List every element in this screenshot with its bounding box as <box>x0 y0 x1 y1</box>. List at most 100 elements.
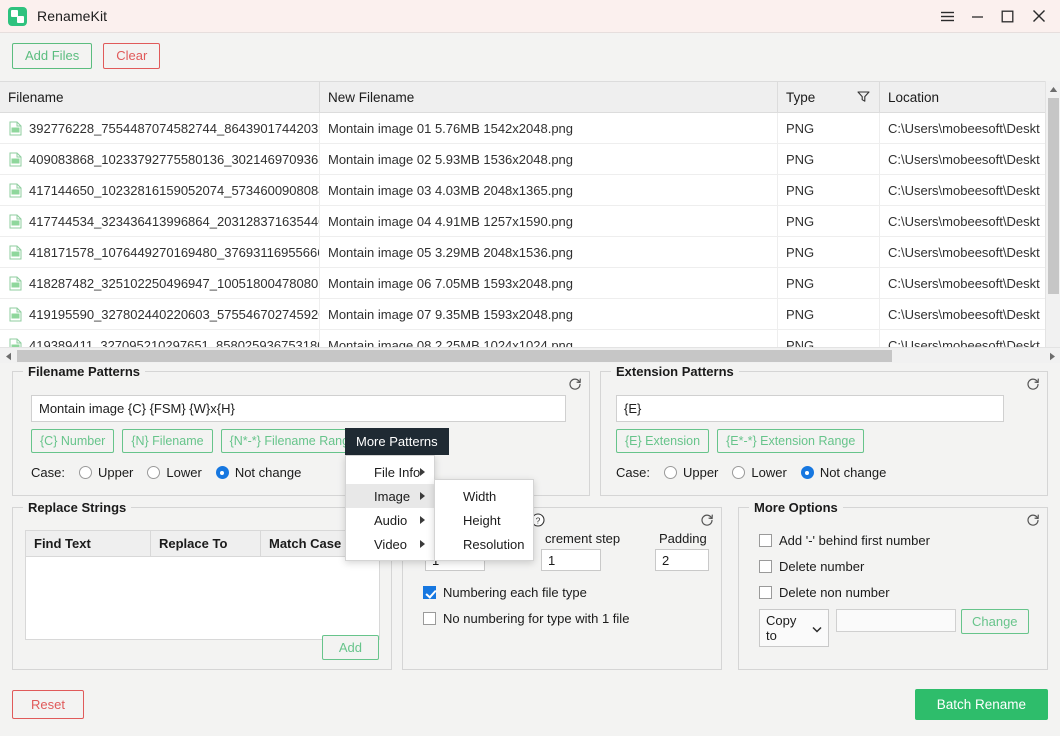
delete-non-number-checkbox[interactable]: Delete non number <box>759 585 890 600</box>
column-header-type[interactable]: Type <box>778 82 880 113</box>
menu-item-file-info[interactable]: File Info <box>346 460 434 484</box>
filename-case-row: Case: Upper Lower Not change <box>31 465 301 480</box>
refresh-icon[interactable] <box>1026 513 1040 530</box>
copy-to-path-input[interactable] <box>836 609 956 632</box>
radio-dot-selected <box>215 466 229 479</box>
table-horizontal-scrollbar[interactable] <box>0 347 1060 363</box>
replace-strings-header: Find Text Replace To Match Case <box>26 531 379 557</box>
more-options-group: More Options Add '-' behind first number… <box>738 500 1048 670</box>
menu-item-audio[interactable]: Audio <box>346 508 434 532</box>
replace-strings-legend: Replace Strings <box>23 500 132 515</box>
chip-filename-range[interactable]: {N*-*} Filename Range <box>220 429 366 453</box>
increment-step-input[interactable] <box>541 549 601 571</box>
cell-filename-text: 418171578_1076449270169480_3769311695566… <box>29 244 320 260</box>
horizontal-scroll-thumb[interactable] <box>17 350 892 362</box>
table-row[interactable]: 419195590_327802440220603_57554670274592… <box>0 298 1060 330</box>
filename-case-upper[interactable]: Upper <box>78 465 134 480</box>
table-vertical-scrollbar[interactable] <box>1045 81 1060 361</box>
extension-case-upper[interactable]: Upper <box>663 465 718 480</box>
menu-item-width[interactable]: Width <box>435 484 533 508</box>
chevron-right-icon <box>420 468 425 476</box>
app-title: RenameKit <box>37 8 108 24</box>
cell-new-filename: Montain image 05 3.29MB 2048x1536.png <box>320 236 778 268</box>
menu-item-file-info-label: File Info <box>374 464 421 480</box>
filename-case-not-change[interactable]: Not change <box>215 465 301 480</box>
extension-patterns-legend: Extension Patterns <box>611 364 739 379</box>
numbering-each-file-type-checkbox[interactable]: Numbering each file type <box>423 585 587 600</box>
radio-dot <box>732 466 746 479</box>
add-dash-label: Add '-' behind first number <box>779 533 930 548</box>
table-row[interactable]: 409083868_10233792775580136_302146970936… <box>0 143 1060 175</box>
add-replace-rule-button[interactable]: Add <box>321 635 379 660</box>
add-files-button[interactable]: Add Files <box>12 42 93 70</box>
chip-number[interactable]: {C} Number <box>31 429 115 453</box>
scroll-right-icon[interactable] <box>1044 348 1060 364</box>
checkbox-box <box>759 534 772 547</box>
radio-dot <box>147 466 161 479</box>
cell-type: PNG <box>778 205 880 237</box>
reset-button[interactable]: Reset <box>12 690 84 719</box>
scroll-left-icon[interactable] <box>0 348 16 364</box>
title-bar: RenameKit <box>0 0 1060 33</box>
cell-filename: 417744534_323436413996864_20312837163544… <box>0 205 320 237</box>
table-row[interactable]: 418171578_1076449270169480_3769311695566… <box>0 236 1060 268</box>
clear-button[interactable]: Clear <box>103 42 161 70</box>
refresh-icon[interactable] <box>700 513 714 530</box>
image-file-icon <box>8 276 23 291</box>
file-table: Filename New Filename Type Location 3927… <box>0 81 1060 361</box>
table-row[interactable]: 418287482_325102250496947_10051800478080… <box>0 267 1060 299</box>
table-row[interactable]: 417744534_323436413996864_20312837163544… <box>0 205 1060 237</box>
filter-icon[interactable] <box>857 90 870 106</box>
minimize-icon[interactable] <box>962 0 992 33</box>
image-file-icon <box>8 245 23 260</box>
filename-pattern-input[interactable] <box>31 395 566 422</box>
chip-filename[interactable]: {N} Filename <box>122 429 213 453</box>
cell-location: C:\Users\mobeesoft\Deskt <box>888 182 1040 198</box>
menu-item-image-label: Image <box>374 488 411 504</box>
delete-number-checkbox[interactable]: Delete number <box>759 559 864 574</box>
chip-extension-range[interactable]: {E*-*} Extension Range <box>717 429 865 453</box>
copy-to-select[interactable]: Copy to <box>759 609 829 647</box>
refresh-icon[interactable] <box>568 377 582 394</box>
extension-case-not-change[interactable]: Not change <box>800 465 886 480</box>
close-icon[interactable] <box>1022 0 1056 33</box>
vertical-scroll-thumb[interactable] <box>1048 98 1059 294</box>
column-header-location[interactable]: Location <box>880 82 1044 113</box>
menu-item-video[interactable]: Video <box>346 532 434 556</box>
filename-case-lower[interactable]: Lower <box>147 465 202 480</box>
extension-case-lower[interactable]: Lower <box>732 465 787 480</box>
batch-rename-button[interactable]: Batch Rename <box>914 689 1048 720</box>
menu-item-image[interactable]: Image <box>346 484 434 508</box>
chevron-right-icon <box>420 516 425 524</box>
column-header-new-filename[interactable]: New Filename <box>320 82 778 113</box>
filename-patterns-legend: Filename Patterns <box>23 364 145 379</box>
maximize-icon[interactable] <box>992 0 1022 33</box>
column-header-filename[interactable]: Filename <box>0 82 320 113</box>
image-file-icon <box>8 214 23 229</box>
replace-strings-table: Find Text Replace To Match Case <box>25 530 380 640</box>
replace-strings-group: Replace Strings Find Text Replace To Mat… <box>12 500 392 670</box>
cell-type: PNG <box>778 143 880 175</box>
menu-item-height[interactable]: Height <box>435 508 533 532</box>
padding-input[interactable] <box>655 549 709 571</box>
chevron-right-icon <box>420 540 425 548</box>
table-row[interactable]: 417144650_10232816159052074_573460090808… <box>0 174 1060 206</box>
chip-extension[interactable]: {E} Extension <box>616 429 710 453</box>
menu-item-resolution[interactable]: Resolution <box>435 532 533 556</box>
table-row[interactable]: 392776228_7554487074582744_8643901744203… <box>0 112 1060 144</box>
window-controls <box>932 0 1060 33</box>
column-header-replace-to[interactable]: Replace To <box>151 531 261 556</box>
extension-pattern-input[interactable] <box>616 395 1004 422</box>
column-header-find-text[interactable]: Find Text <box>26 531 151 556</box>
refresh-icon[interactable] <box>1026 377 1040 394</box>
cell-filename: 418171578_1076449270169480_3769311695566… <box>0 236 320 268</box>
add-dash-behind-first-number-checkbox[interactable]: Add '-' behind first number <box>759 533 930 548</box>
renamekit-logo-icon <box>8 6 27 26</box>
filename-case-upper-label: Upper <box>97 465 134 480</box>
scroll-up-icon[interactable] <box>1046 81 1060 97</box>
no-numbering-single-file-checkbox[interactable]: No numbering for type with 1 file <box>423 611 629 626</box>
hamburger-menu-icon[interactable] <box>932 0 962 33</box>
cell-type: PNG <box>778 236 880 268</box>
change-button[interactable]: Change <box>961 609 1029 634</box>
more-patterns-button[interactable]: More Patterns <box>345 428 449 455</box>
